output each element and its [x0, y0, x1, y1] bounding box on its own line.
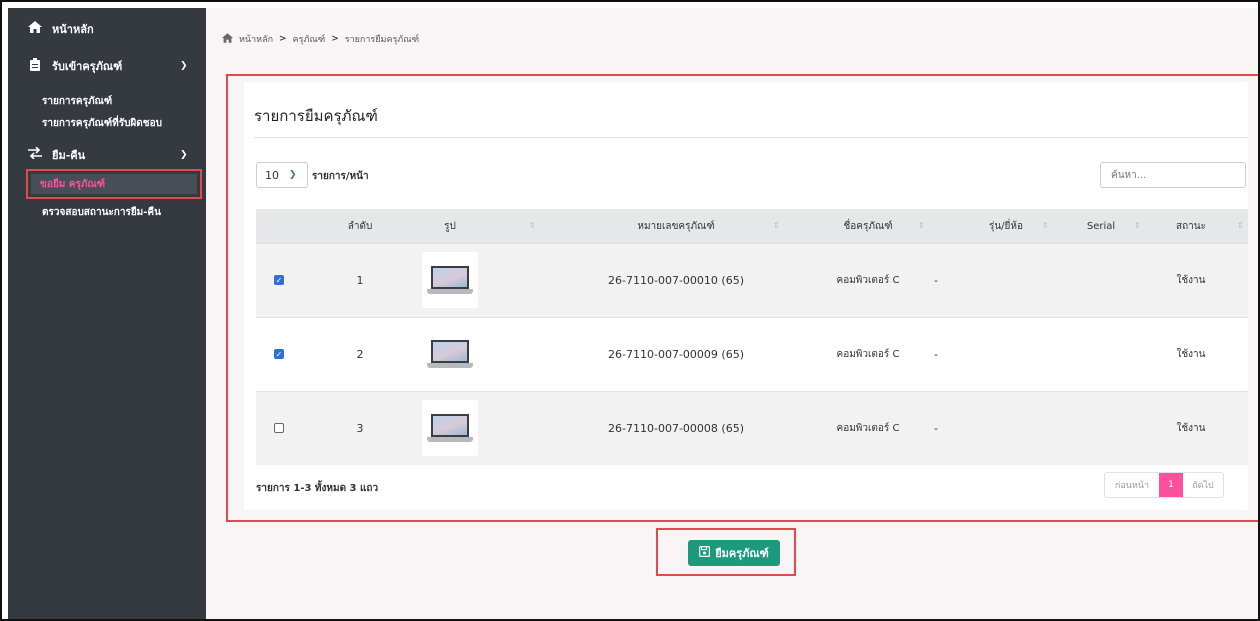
swap-arrows-icon: [28, 146, 42, 163]
cell-model: -: [934, 421, 938, 435]
laptop-image: [422, 326, 478, 382]
laptop-image: [422, 252, 478, 308]
equipment-table: ลำดับ รูป ⇕ หมายเลขครุภัณฑ์ ⇕ ชื่อครุภัณ…: [256, 209, 1248, 465]
chevron-down-icon: ❯: [180, 61, 188, 71]
breadcrumb-separator: >: [279, 34, 287, 44]
sort-icon[interactable]: ⇕: [773, 221, 780, 230]
search-input[interactable]: [1100, 162, 1246, 188]
row-checkbox[interactable]: [274, 423, 284, 433]
sidebar-item-label: รับเข้าครุภัณฑ์: [52, 60, 123, 73]
sidebar-subitem-responsible-equipment[interactable]: รายการครุภัณฑ์ที่รับผิดชอบ: [42, 116, 162, 131]
table-card-highlight: รายการยืมครุภัณฑ์ 10 ❯ รายการ/หน้า ลำดับ…: [226, 74, 1258, 522]
breadcrumb-home[interactable]: หน้าหลัก: [239, 32, 273, 46]
sort-icon[interactable]: ⇕: [529, 221, 536, 230]
table-row[interactable]: ✓ 1 26-7110-007-00010 (65) คอมพิวเตอร์ C…: [256, 243, 1248, 317]
breadcrumb: หน้าหลัก > ครุภัณฑ์ > รายการยืมครุภัณฑ์: [222, 32, 419, 46]
column-header-asset-no[interactable]: หมายเลขครุภัณฑ์: [596, 209, 756, 243]
table-row[interactable]: ✓ 2 26-7110-007-00009 (65) คอมพิวเตอร์ C…: [256, 317, 1248, 391]
table-row[interactable]: 3 26-7110-007-00008 (65) คอมพิวเตอร์ C -…: [256, 391, 1248, 465]
column-header-label: หมายเลขครุภัณฑ์: [637, 220, 715, 232]
cell-serial: [1071, 392, 1131, 464]
cell-serial: [1071, 318, 1131, 390]
sort-icon[interactable]: ⇕: [1042, 221, 1049, 230]
sidebar-subitem-borrow-request[interactable]: ขอยืม ครุภัณฑ์: [31, 174, 197, 194]
cell-name: คอมพิวเตอร์ C: [836, 274, 900, 286]
sidebar-item-borrow-return[interactable]: ยืม-คืน ❯: [8, 146, 206, 164]
column-header-label: Serial: [1086, 220, 1116, 232]
column-header-serial[interactable]: Serial: [1071, 209, 1131, 243]
cell-serial: [1071, 244, 1131, 316]
column-header-status[interactable]: สถานะ: [1161, 209, 1221, 243]
sort-icon[interactable]: ⇕: [1237, 221, 1244, 230]
cell-name: คอมพิวเตอร์ C: [836, 422, 900, 434]
page-size-label: รายการ/หน้า: [312, 171, 369, 182]
breadcrumb-separator: >: [331, 34, 339, 44]
cell-status: ใช้งาน: [1176, 348, 1206, 360]
column-header-label: ลำดับ: [347, 220, 373, 232]
sort-icon[interactable]: ⇕: [918, 221, 925, 230]
borrow-submit-button[interactable]: ยืมครุภัณฑ์: [688, 540, 780, 566]
divider: [254, 137, 1248, 138]
sidebar-item-receive[interactable]: รับเข้าครุภัณฑ์ ❯: [8, 57, 206, 75]
card-title: รายการยืมครุภัณฑ์: [254, 107, 378, 125]
column-header-image[interactable]: รูป: [410, 209, 490, 243]
chevron-down-icon: ❯: [180, 150, 188, 160]
submit-highlight: ยืมครุภัณฑ์: [656, 528, 796, 576]
page-size-value: 10: [265, 168, 279, 182]
cell-status: ใช้งาน: [1176, 422, 1206, 434]
next-page-button[interactable]: ถัดไป: [1183, 473, 1223, 497]
cell-asset-no: 26-7110-007-00009 (65): [608, 347, 744, 361]
cell-status: ใช้งาน: [1176, 274, 1206, 286]
sidebar: หน้าหลัก รับเข้าครุภัณฑ์ ❯ รายการครุภัณฑ…: [8, 8, 206, 619]
sidebar-item-home[interactable]: หน้าหลัก: [8, 20, 94, 38]
cell-no: 3: [356, 421, 364, 435]
cell-model: -: [934, 347, 938, 361]
home-icon: [222, 32, 233, 46]
chevron-down-icon: ❯: [289, 170, 297, 180]
page-1-button[interactable]: 1: [1159, 473, 1183, 497]
sidebar-subitem-borrow-status[interactable]: ตรวจสอบสถานะการยืม-คืน: [42, 205, 161, 220]
prev-page-button[interactable]: ก่อนหน้า: [1105, 473, 1159, 497]
sidebar-item-label: หน้าหลัก: [52, 23, 94, 36]
laptop-image: [422, 400, 478, 456]
breadcrumb-equipment[interactable]: ครุภัณฑ์: [293, 32, 326, 46]
column-header-label: รุ่น/ยี่ห้อ: [988, 220, 1024, 232]
borrow-submit-label: ยืมครุภัณฑ์: [715, 547, 769, 560]
column-header-label: ชื่อครุภัณฑ์: [843, 220, 893, 232]
cell-name: คอมพิวเตอร์ C: [836, 348, 900, 360]
table-card: รายการยืมครุภัณฑ์ 10 ❯ รายการ/หน้า ลำดับ…: [244, 82, 1248, 510]
sidebar-item-label: ยืม-คืน: [52, 149, 86, 162]
column-header-model[interactable]: รุ่น/ยี่ห้อ: [966, 209, 1046, 243]
home-icon: [28, 21, 42, 37]
save-icon: [699, 546, 711, 560]
cell-model: -: [934, 273, 938, 287]
row-checkbox[interactable]: ✓: [274, 275, 284, 285]
cell-no: 2: [356, 347, 364, 361]
clipboard-icon: [28, 57, 42, 75]
table-header: ลำดับ รูป ⇕ หมายเลขครุภัณฑ์ ⇕ ชื่อครุภัณ…: [256, 209, 1248, 243]
sort-icon[interactable]: ⇕: [1134, 221, 1141, 230]
page-size-select[interactable]: 10 ❯: [256, 162, 308, 188]
sidebar-subitem-equipment-list[interactable]: รายการครุภัณฑ์: [42, 94, 112, 109]
column-header-label: สถานะ: [1176, 220, 1206, 232]
cell-asset-no: 26-7110-007-00008 (65): [608, 421, 744, 435]
main-content: หน้าหลัก > ครุภัณฑ์ > รายการยืมครุภัณฑ์ …: [206, 8, 1258, 619]
column-header-name[interactable]: ชื่อครุภัณฑ์: [808, 209, 928, 243]
cell-no: 1: [356, 273, 364, 287]
table-info: รายการ 1-3 ทั้งหมด 3 แถว: [256, 483, 379, 494]
pagination: ก่อนหน้า 1 ถัดไป: [1104, 472, 1224, 498]
breadcrumb-current: รายการยืมครุภัณฑ์: [344, 35, 420, 45]
column-header-label: รูป: [444, 220, 456, 232]
app-frame: หน้าหลัก รับเข้าครุภัณฑ์ ❯ รายการครุภัณฑ…: [0, 0, 1260, 621]
row-checkbox[interactable]: ✓: [274, 349, 284, 359]
sidebar-subitem-borrow-request-highlight: ขอยืม ครุภัณฑ์: [26, 169, 202, 199]
column-header-no[interactable]: ลำดับ: [320, 209, 400, 243]
cell-asset-no: 26-7110-007-00010 (65): [608, 273, 744, 287]
